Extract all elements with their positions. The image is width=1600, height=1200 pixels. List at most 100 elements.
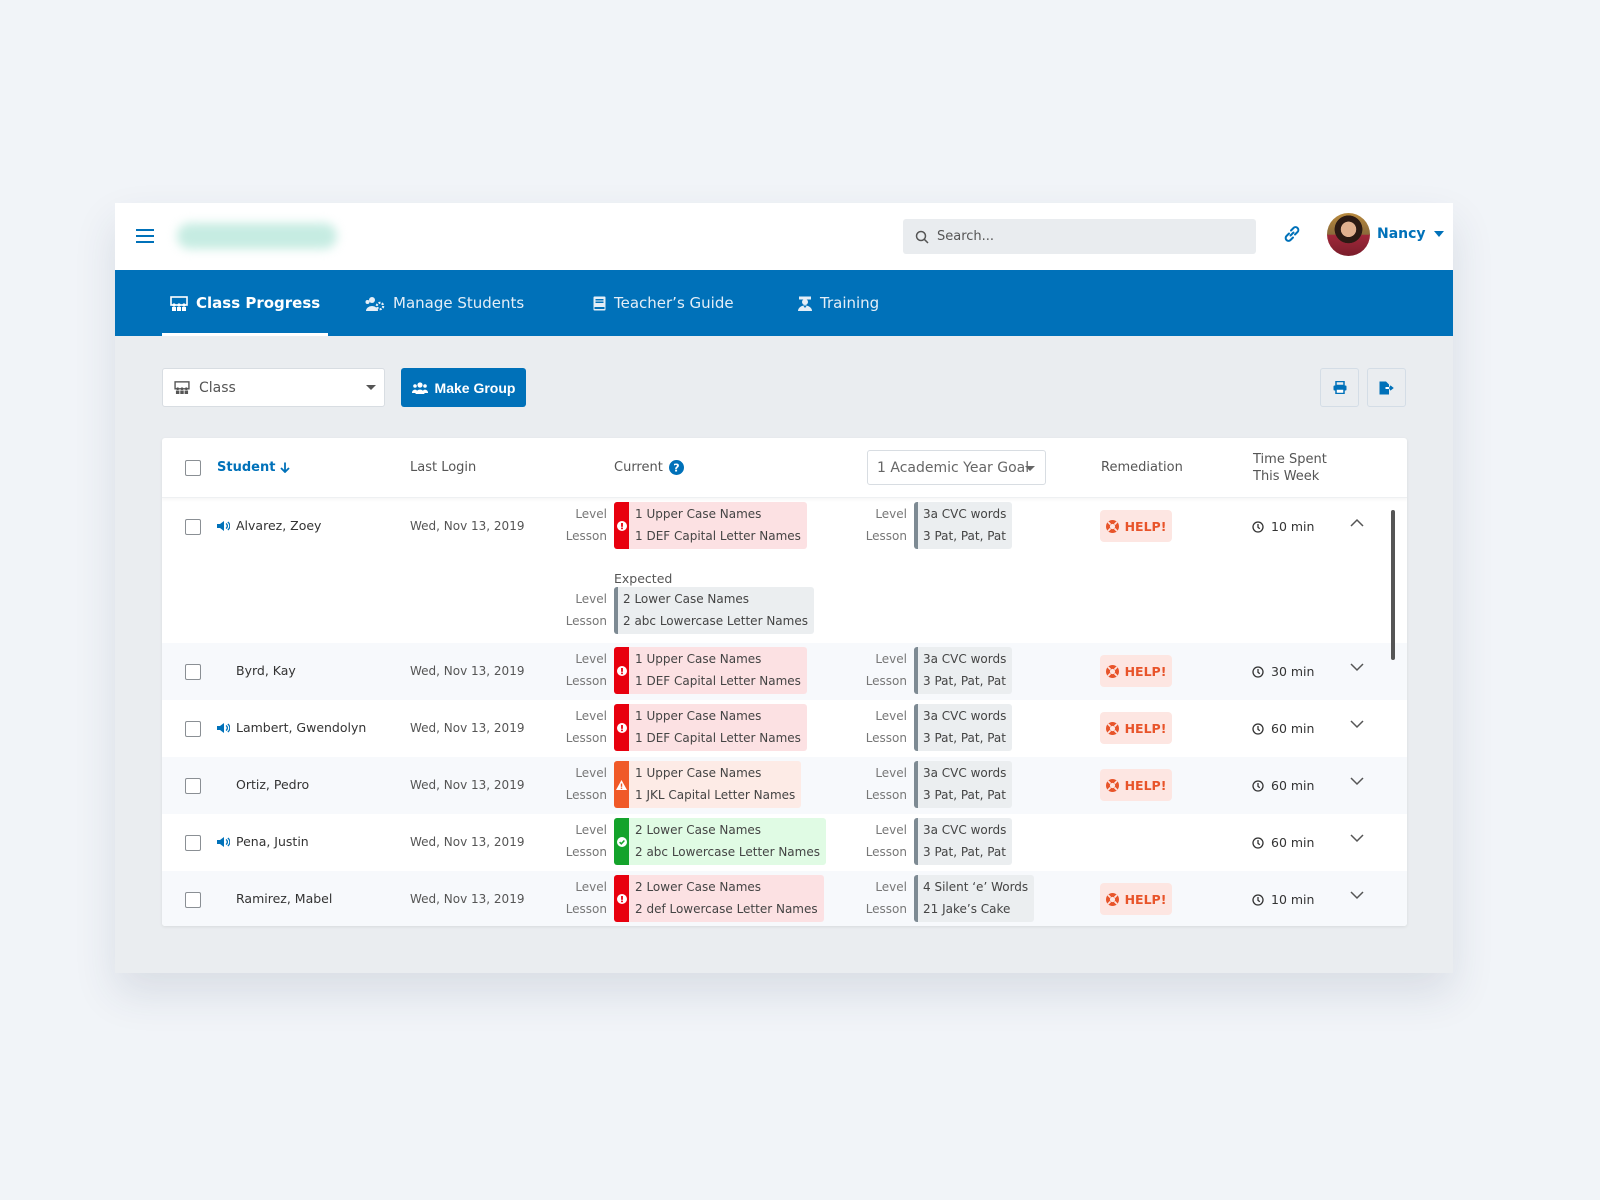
current-level: 1 Upper Case Names xyxy=(635,766,762,780)
help-label: HELP! xyxy=(1124,891,1167,907)
tab-manage-students[interactable]: Manage Students xyxy=(365,270,524,336)
student-name[interactable]: Byrd, Kay xyxy=(236,663,296,678)
clock-icon xyxy=(1252,520,1264,533)
tab-teachers-guide[interactable]: Teacher’s Guide xyxy=(593,270,734,336)
goal-select-value: 1 Academic Year Goal xyxy=(877,459,1030,476)
make-group-button[interactable]: Make Group xyxy=(401,368,526,407)
level-label: Level xyxy=(575,507,607,521)
goal-lesson: 21 Jake’s Cake xyxy=(923,901,1011,916)
help-label: HELP! xyxy=(1124,777,1167,793)
time-spent: 10 min xyxy=(1252,519,1314,534)
row-checkbox[interactable] xyxy=(185,778,201,794)
row-checkbox[interactable] xyxy=(185,664,201,680)
goal-progress-pill: 3a CVC words 3 Pat, Pat, Pat xyxy=(914,818,1013,865)
lesson-label: Lesson xyxy=(865,528,907,543)
alert-circle-icon xyxy=(616,665,627,676)
lesson-label: Lesson xyxy=(565,844,607,859)
caret-down-icon xyxy=(1433,231,1444,237)
user-menu[interactable]: Nancy xyxy=(1377,226,1444,242)
expected-lesson: 2 abc Lowercase Letter Names xyxy=(623,613,808,628)
search-box[interactable] xyxy=(903,219,1256,254)
current-level: 1 Upper Case Names xyxy=(635,507,762,521)
student-name[interactable]: Alvarez, Zoey xyxy=(236,518,321,533)
row-checkbox[interactable] xyxy=(185,835,201,851)
select-all-checkbox[interactable] xyxy=(185,460,201,476)
print-button[interactable] xyxy=(1320,368,1359,407)
speaker-icon[interactable] xyxy=(217,521,230,531)
clock-icon xyxy=(1252,836,1264,849)
chevron-down-icon[interactable] xyxy=(1350,777,1364,786)
row-checkbox[interactable] xyxy=(185,721,201,737)
link-icon[interactable] xyxy=(1282,224,1302,244)
chevron-down-icon[interactable] xyxy=(1350,720,1364,729)
status-indicator xyxy=(614,875,629,922)
user-name: Nancy xyxy=(1377,226,1426,242)
table-row[interactable]: Ramirez, Mabel Wed, Nov 13, 2019 Level Less… xyxy=(162,871,1407,926)
help-badge[interactable]: HELP! xyxy=(1100,769,1172,801)
time-spent: 60 min xyxy=(1252,835,1314,850)
avatar[interactable] xyxy=(1327,213,1370,256)
lesson-label: Lesson xyxy=(565,730,607,745)
current-header-label: Current xyxy=(614,460,663,475)
help-badge[interactable]: HELP! xyxy=(1100,510,1172,542)
sort-student-header[interactable]: Student xyxy=(217,460,291,475)
export-button[interactable] xyxy=(1367,368,1406,407)
tab-training[interactable]: Training xyxy=(798,270,879,336)
level-lesson-labels: Level Lesson xyxy=(557,763,607,806)
goal-lesson: 3 Pat, Pat, Pat xyxy=(923,673,1006,688)
goal-select[interactable]: 1 Academic Year Goal xyxy=(867,450,1046,485)
classroom-icon xyxy=(174,381,190,394)
help-badge[interactable]: HELP! xyxy=(1100,655,1172,687)
help-label: HELP! xyxy=(1124,663,1167,679)
clock-icon xyxy=(1252,665,1264,678)
level-lesson-labels: Level Lesson xyxy=(857,763,907,806)
lesson-label: Lesson xyxy=(865,844,907,859)
table-row[interactable]: Alvarez, Zoey Wed, Nov 13, 2019 Level Lesso… xyxy=(162,498,1407,643)
time-value: 60 min xyxy=(1271,835,1315,850)
menu-icon[interactable] xyxy=(136,229,154,243)
table-row[interactable]: Lambert, Gwendolyn Wed, Nov 13, 2019 Level… xyxy=(162,700,1407,757)
level-lesson-labels: Level Lesson xyxy=(557,504,607,547)
search-input[interactable] xyxy=(937,229,1237,244)
table-row[interactable]: Byrd, Kay Wed, Nov 13, 2019 Level Lesson 1 U… xyxy=(162,643,1407,700)
goal-progress-pill: 3a CVC words 3 Pat, Pat, Pat xyxy=(914,704,1013,751)
current-progress-pill: 1 Upper Case Names 1 DEF Capital Letter N… xyxy=(614,647,807,694)
level-label: Level xyxy=(875,823,907,837)
speaker-icon[interactable] xyxy=(217,723,230,733)
student-name[interactable]: Ortiz, Pedro xyxy=(236,777,309,792)
row-checkbox[interactable] xyxy=(185,892,201,908)
table-row[interactable]: Pena, Justin Wed, Nov 13, 2019 Level Lesson… xyxy=(162,814,1407,871)
help-badge[interactable]: HELP! xyxy=(1100,883,1172,915)
speaker-icon[interactable] xyxy=(217,837,230,847)
chevron-down-icon[interactable] xyxy=(1350,891,1364,900)
arrow-down-icon xyxy=(280,462,291,473)
help-badge[interactable]: HELP! xyxy=(1100,712,1172,744)
help-circle-icon[interactable]: ? xyxy=(668,460,684,475)
student-name[interactable]: Ramirez, Mabel xyxy=(236,891,332,906)
student-name[interactable]: Lambert, Gwendolyn xyxy=(236,720,366,735)
current-lesson: 1 DEF Capital Letter Names xyxy=(635,673,801,688)
class-select[interactable]: Class xyxy=(162,368,385,407)
last-login: Wed, Nov 13, 2019 xyxy=(410,721,525,735)
row-checkbox[interactable] xyxy=(185,519,201,535)
level-lesson-labels: Level Lesson xyxy=(857,649,907,692)
chevron-down-icon[interactable] xyxy=(1350,663,1364,672)
level-label: Level xyxy=(875,507,907,521)
goal-lesson: 3 Pat, Pat, Pat xyxy=(923,787,1006,802)
table-row[interactable]: Ortiz, Pedro Wed, Nov 13, 2019 Level Lesson… xyxy=(162,757,1407,814)
level-lesson-labels: Level Lesson xyxy=(557,649,607,692)
graduate-icon xyxy=(798,296,812,311)
chevron-up-icon[interactable] xyxy=(1350,518,1364,527)
life-ring-icon xyxy=(1105,664,1119,678)
goal-progress-pill: 4 Silent ‘e’ Words 21 Jake’s Cake xyxy=(914,875,1035,922)
time-value: 60 min xyxy=(1271,778,1315,793)
tab-class-progress[interactable]: Class Progress xyxy=(161,270,329,336)
scrollbar[interactable] xyxy=(1391,510,1395,660)
student-name[interactable]: Pena, Justin xyxy=(236,834,309,849)
chevron-down-icon[interactable] xyxy=(1350,834,1364,843)
level-lesson-labels: Level Lesson xyxy=(557,820,607,863)
life-ring-icon xyxy=(1105,721,1119,735)
status-indicator xyxy=(614,818,629,865)
remediation-header: Remediation xyxy=(1101,460,1183,475)
lesson-label: Lesson xyxy=(865,787,907,802)
